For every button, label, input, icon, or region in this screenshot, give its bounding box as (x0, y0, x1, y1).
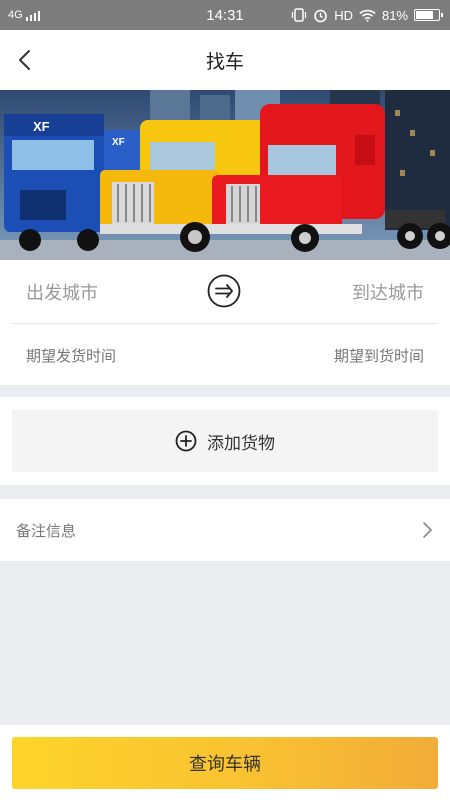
arrival-time-field[interactable]: 期望到货时间 (334, 345, 424, 366)
status-icons: HD 81% (291, 7, 443, 23)
bottom-action-bar: 查询车辆 (0, 725, 450, 800)
remark-row[interactable]: 备注信息 (0, 499, 450, 561)
swap-arrow-icon[interactable] (207, 274, 241, 308)
chevron-right-icon (423, 522, 432, 538)
status-bar: 4G 14:31 HD 81% (0, 0, 450, 30)
alarm-icon (314, 9, 327, 22)
truck-brand-label-2: XF (112, 137, 125, 148)
back-arrow-icon[interactable] (12, 46, 40, 74)
departure-time-field[interactable]: 期望发货时间 (26, 345, 116, 366)
signal-icon (25, 10, 40, 21)
battery-icon (414, 9, 443, 21)
remark-label: 备注信息 (16, 521, 77, 540)
network-indicator: 4G (8, 9, 40, 21)
wifi-icon (359, 9, 376, 22)
add-cargo-label: 添加货物 (207, 433, 275, 454)
battery-percent: 81% (381, 7, 408, 23)
navigation-bar: 找车 (0, 30, 450, 90)
hd-indicator: HD (334, 7, 353, 23)
plus-circle-icon (175, 430, 197, 452)
add-cargo-button[interactable]: 添加货物 (12, 410, 438, 472)
query-vehicles-button[interactable]: 查询车辆 (12, 737, 438, 789)
truck-brand-label: XF (33, 119, 50, 134)
departure-city-field[interactable]: 出发城市 (26, 279, 98, 305)
route-card: 出发城市 到达城市 期望发货时间 期望到货时间 (0, 260, 450, 385)
cargo-section: 添加货物 (0, 397, 450, 485)
arrival-city-field[interactable]: 到达城市 (352, 279, 424, 305)
divider (12, 323, 438, 324)
trucks-banner-image: XF XF (0, 90, 450, 260)
city-row: 出发城市 到达城市 (0, 260, 450, 323)
network-type: 4G (8, 9, 23, 21)
page-title: 找车 (205, 50, 244, 73)
vibrate-icon (292, 8, 307, 22)
status-time: 14:31 (206, 6, 244, 24)
